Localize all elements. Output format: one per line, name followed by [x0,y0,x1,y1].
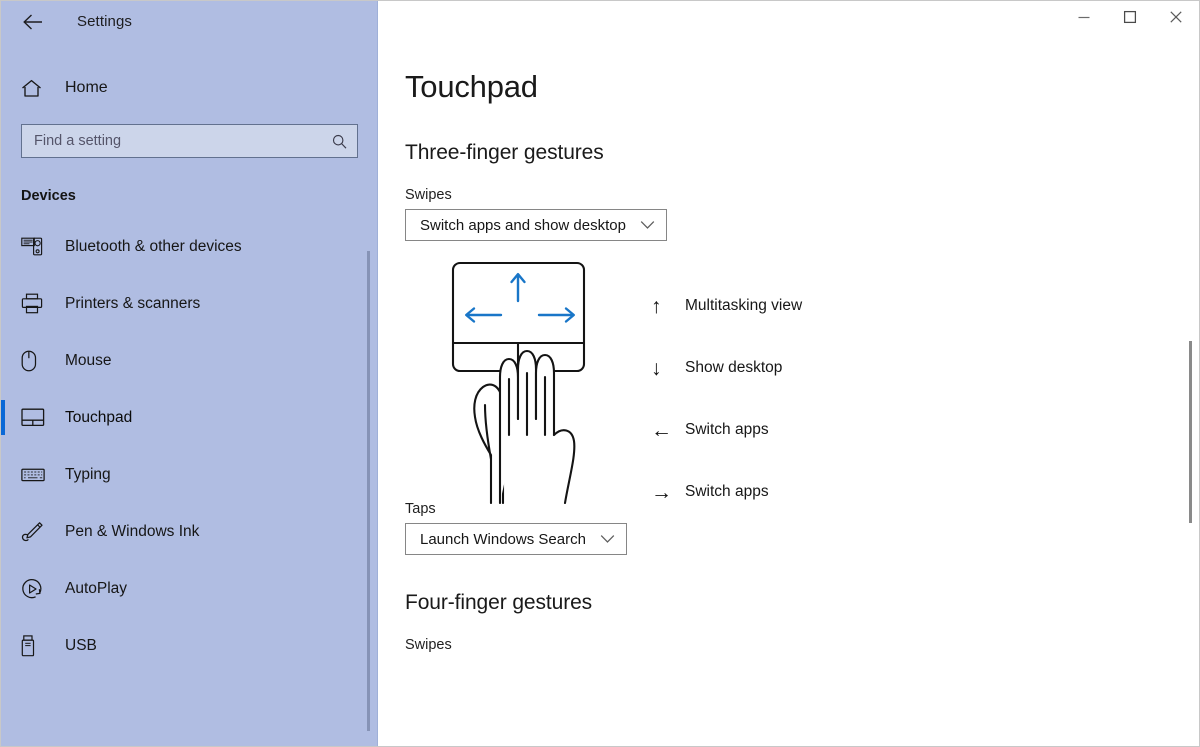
arrow-up-icon: ↑ [651,294,662,318]
legend-label: Switch apps [685,421,769,438]
sidebar-item-home[interactable]: Home [1,66,378,110]
sidebar-item-label-home: Home [65,79,108,96]
sidebar-item-pen-windows-ink[interactable]: Pen & Windows Ink [1,503,378,560]
mouse-icon [21,350,47,372]
chevron-down-icon [640,220,656,230]
sidebar-item-autoplay[interactable]: AutoPlay [1,560,378,617]
legend-label: Switch apps [685,483,769,500]
selection-accent-bar [1,628,5,663]
dropdown-value: Launch Windows Search [420,530,586,548]
selection-accent-bar [1,514,5,549]
selection-accent-bar [1,343,5,378]
section-title-three-finger: Three-finger gestures [405,141,604,164]
section-title-four-finger: Four-finger gestures [405,591,593,614]
sidebar-item-bluetooth-other-devices[interactable]: Bluetooth & other devices [1,218,378,275]
search-box[interactable] [21,124,358,158]
sidebar-item-label: Bluetooth & other devices [65,237,242,255]
maximize-button[interactable] [1107,1,1153,33]
settings-window: Settings Home Devices [0,0,1200,747]
page-title: Touchpad [405,69,538,104]
sidebar-item-usb[interactable]: USB [1,617,378,674]
selection-accent-bar [1,229,5,264]
sidebar-item-label: USB [65,636,97,654]
sidebar-item-touchpad[interactable]: Touchpad [1,389,378,446]
legend-row: ↑ Multitasking view [651,275,1199,337]
keyboard-icon [21,467,47,483]
main-panel: Touchpad Three-finger gestures Swipes Sw… [378,1,1199,746]
label-four-finger-swipes: Swipes [405,637,452,653]
dropdown-three-finger-taps[interactable]: Launch Windows Search [405,523,627,555]
dropdown-three-finger-swipes[interactable]: Switch apps and show desktop [405,209,667,241]
close-icon [1170,11,1182,23]
main-scrollbar[interactable] [1189,341,1192,523]
sidebar-item-label: Printers & scanners [65,294,201,312]
legend-label: Multitasking view [685,297,803,314]
sidebar-group-header: Devices [21,188,76,204]
autoplay-icon [21,578,47,600]
three-finger-swipe-illustration [441,259,616,504]
maximize-icon [1123,10,1137,24]
selection-accent-bar [1,286,5,321]
sidebar-item-mouse[interactable]: Mouse [1,332,378,389]
sidebar-item-label: AutoPlay [65,579,128,597]
arrow-down-icon: ↓ [651,356,662,380]
chevron-down-icon [600,534,616,544]
sidebar-item-label: Typing [65,465,111,483]
dropdown-value: Switch apps and show desktop [420,216,626,234]
sidebar-item-printers-scanners[interactable]: Printers & scanners [1,275,378,332]
settings-content: Touchpad Three-finger gestures Swipes Sw… [378,42,1199,746]
selection-accent-bar [1,571,5,606]
app-title: Settings [77,13,132,30]
printer-icon [21,293,47,314]
bluetooth-devices-icon [21,236,47,257]
legend-row: ← Switch apps [651,399,1199,461]
titlebar-left: Settings [1,1,378,42]
sidebar-item-label: Touchpad [65,408,133,426]
touchpad-icon [21,408,47,427]
three-finger-gesture-block: ↑ Multitasking view ↓ Show desktop ← Swi… [405,259,1199,523]
search-icon[interactable] [329,133,349,150]
arrow-left-icon: ← [651,418,672,442]
selection-accent-bar [1,457,5,492]
usb-icon [21,634,47,657]
back-arrow-icon [23,13,42,30]
close-button[interactable] [1153,1,1199,33]
selection-accent-bar [1,400,5,435]
pen-icon [21,521,47,543]
window-controls [1061,1,1199,42]
minimize-icon [1078,16,1090,19]
sidebar-item-label: Pen & Windows Ink [65,522,200,540]
sidebar-item-typing[interactable]: Typing [1,446,378,503]
legend-row: ↓ Show desktop [651,337,1199,399]
legend-row: → Switch apps [651,461,1199,523]
arrow-right-icon: → [651,480,672,504]
legend-label: Show desktop [685,359,783,376]
sidebar: Settings Home Devices [1,1,378,746]
sidebar-nav-list: Bluetooth & other devices Printers & sca… [1,218,378,674]
home-icon [21,79,47,98]
label-three-finger-swipes: Swipes [405,187,452,203]
sidebar-scrollbar[interactable] [367,251,370,731]
sidebar-item-label: Mouse [65,351,112,369]
minimize-button[interactable] [1061,1,1107,33]
search-input[interactable] [34,133,329,149]
back-button[interactable] [13,6,53,38]
gesture-legend: ↑ Multitasking view ↓ Show desktop ← Swi… [651,275,1199,523]
